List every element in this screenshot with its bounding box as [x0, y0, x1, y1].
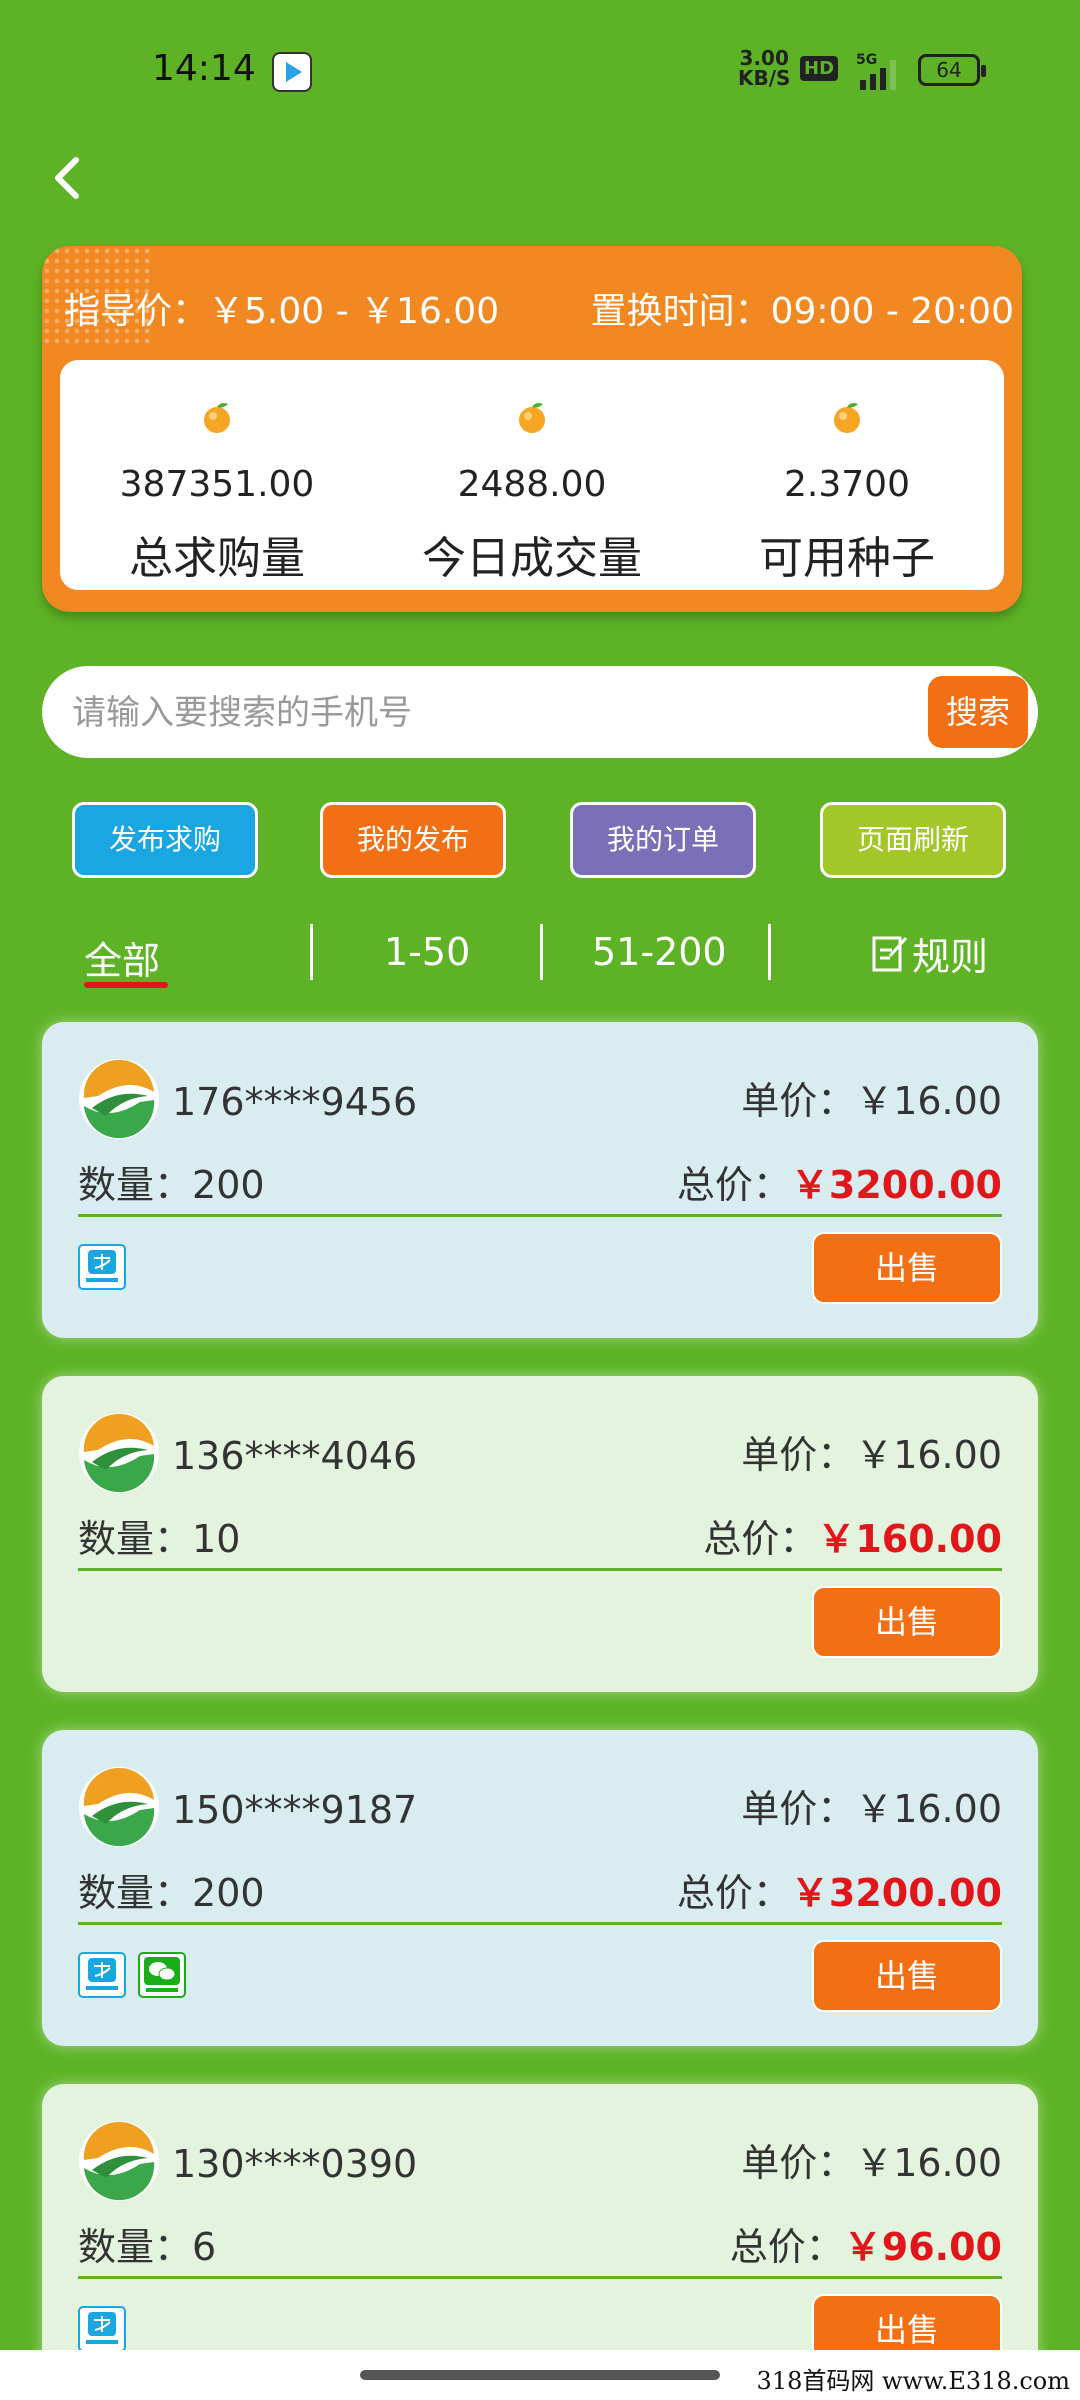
search-button[interactable]: 搜索: [928, 676, 1028, 748]
tab-divider: [310, 924, 313, 980]
orange-fruit-icon: [834, 403, 860, 433]
total-price: 总价：￥96.00: [729, 2225, 1002, 2269]
stat-available-seeds: 2.3700 可用种子: [690, 360, 1004, 590]
user-avatar: [79, 1767, 159, 1847]
signal-icon: 5G: [856, 52, 896, 90]
unit-price: 单价：￥16.00: [741, 1787, 1002, 1831]
stat-total-demand: 387351.00 总求购量: [60, 360, 374, 590]
tab-range-1-50[interactable]: 1-50: [384, 930, 470, 974]
back-icon[interactable]: [40, 148, 100, 208]
refresh-page-button[interactable]: 页面刷新: [820, 802, 1006, 878]
app-notification-icon: [272, 52, 312, 92]
card-divider: [78, 2276, 1002, 2279]
user-avatar: [79, 1413, 159, 1493]
unit-price: 单价：￥16.00: [741, 1079, 1002, 1123]
tab-divider: [768, 924, 771, 980]
publish-request-button[interactable]: 发布求购: [72, 802, 258, 878]
tab-divider: [540, 924, 543, 980]
user-avatar: [79, 2121, 159, 2201]
status-time: 14:14: [152, 48, 256, 89]
total-price: 总价：￥3200.00: [676, 1871, 1002, 1915]
orange-fruit-icon: [519, 403, 545, 433]
user-avatar: [79, 1059, 159, 1139]
guide-price: 指导价：￥5.00 - ￥16.00: [64, 291, 500, 332]
quantity: 数量：6: [78, 2225, 217, 2269]
order-card: 136****4046 单价：￥16.00 数量：10 总价：￥160.00 出…: [42, 1376, 1038, 1692]
my-publish-button[interactable]: 我的发布: [320, 802, 506, 878]
stat-today-volume: 2488.00 今日成交量: [375, 360, 689, 590]
unit-price: 单价：￥16.00: [741, 2141, 1002, 2185]
quantity: 数量：10: [78, 1517, 241, 1561]
tab-all[interactable]: 全部: [84, 930, 160, 985]
network-speed: 3.00 KB/S: [738, 46, 791, 90]
order-card: 176****9456 单价：￥16.00 数量：200 总价：￥3200.00…: [42, 1022, 1038, 1338]
order-card: 150****9187 单价：￥16.00 数量：200 总价：￥3200.00…: [42, 1730, 1038, 2046]
unit-price: 单价：￥16.00: [741, 1433, 1002, 1477]
alipay-icon: [78, 1952, 126, 1998]
market-info-card: 指导价：￥5.00 - ￥16.00 置换时间：09:00 - 20:00 38…: [42, 246, 1022, 612]
card-divider: [78, 1214, 1002, 1217]
watermark: 318首码网 www.E318.com: [746, 2362, 1080, 2400]
wechat-pay-icon: [138, 1952, 186, 1998]
total-price: 总价：￥3200.00: [676, 1163, 1002, 1207]
svg-text:5G: 5G: [856, 52, 877, 68]
sell-button[interactable]: 出售: [812, 1940, 1002, 2012]
seller-phone: 130****0390: [172, 2142, 418, 2186]
quantity: 数量：200: [78, 1871, 265, 1915]
card-divider: [78, 1568, 1002, 1571]
orange-fruit-icon: [204, 403, 230, 433]
total-price: 总价：￥160.00: [703, 1517, 1002, 1561]
alipay-icon: [78, 2306, 126, 2352]
quantity: 数量：200: [78, 1163, 265, 1207]
card-divider: [78, 1922, 1002, 1925]
tab-range-51-200[interactable]: 51-200: [592, 930, 727, 974]
active-tab-indicator: [84, 982, 168, 988]
phone-search-input[interactable]: [70, 666, 934, 760]
exchange-time: 置换时间：09:00 - 20:00: [590, 291, 1014, 332]
filter-tabs: 全部 1-50 51-200 规则: [0, 920, 1080, 1010]
search-bar: 搜索: [42, 666, 1038, 760]
my-orders-button[interactable]: 我的订单: [570, 802, 756, 878]
alipay-icon: [78, 1244, 126, 1290]
sell-button[interactable]: 出售: [812, 1232, 1002, 1304]
stats-panel: 387351.00 总求购量 2488.00 今日成交量 2.3700 可用种子: [60, 360, 1004, 590]
tab-rules[interactable]: 规则: [912, 926, 988, 981]
sell-button[interactable]: 出售: [812, 1586, 1002, 1658]
rules-edit-icon[interactable]: [872, 934, 908, 974]
home-indicator[interactable]: [360, 2370, 720, 2380]
seller-phone: 150****9187: [172, 1788, 418, 1832]
hd-icon: HD: [800, 56, 839, 81]
seller-phone: 136****4046: [172, 1434, 418, 1478]
seller-phone: 176****9456: [172, 1080, 418, 1124]
status-bar: 14:14 3.00 KB/S HD 5G 64: [0, 0, 1080, 140]
battery-icon: 64: [918, 54, 986, 86]
